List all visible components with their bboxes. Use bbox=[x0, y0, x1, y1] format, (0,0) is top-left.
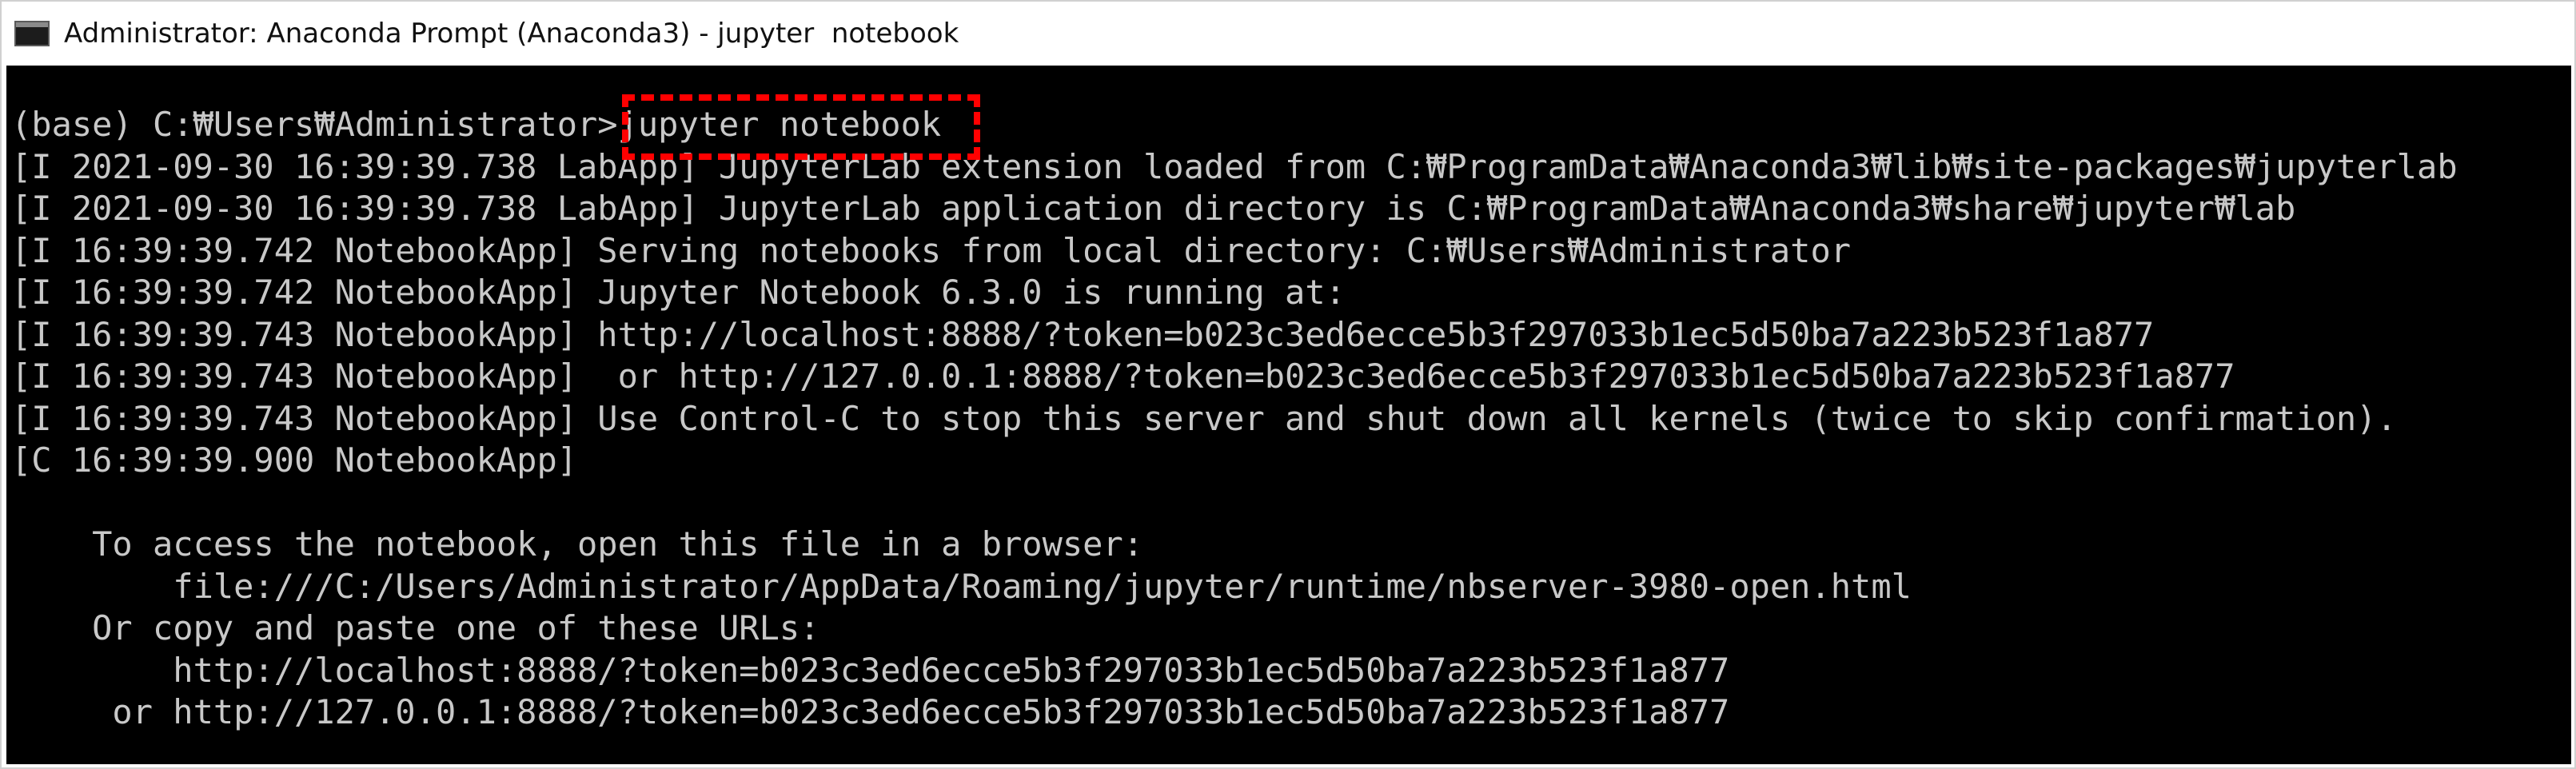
console-window: Administrator: Anaconda Prompt (Anaconda… bbox=[0, 0, 2576, 769]
console-line: [I 2021-09-30 16:39:39.738 LabApp] Jupyt… bbox=[11, 189, 2296, 228]
console-line: (base) C:₩Users₩Administrator>jupyter no… bbox=[11, 105, 942, 144]
console-line: [I 16:39:39.743 NotebookApp] or http://1… bbox=[11, 357, 2235, 396]
console-line: file:///C:/Users/Administrator/AppData/R… bbox=[11, 566, 1912, 606]
console-line: Or copy and paste one of these URLs: bbox=[11, 608, 820, 647]
title-bar[interactable]: Administrator: Anaconda Prompt (Anaconda… bbox=[2, 2, 2574, 66]
console-line: [I 2021-09-30 16:39:39.738 LabApp] Jupyt… bbox=[11, 146, 2458, 186]
console-line: [I 16:39:39.742 NotebookApp] Jupyter Not… bbox=[11, 273, 1346, 312]
console-line: or http://127.0.0.1:8888/?token=b023c3ed… bbox=[11, 692, 1730, 731]
console-line: [C 16:39:39.900 NotebookApp] bbox=[11, 440, 578, 480]
console-line: To access the notebook, open this file i… bbox=[11, 524, 1144, 564]
console-line: http://localhost:8888/?token=b023c3ed6ec… bbox=[11, 650, 1730, 690]
console-line: [I 16:39:39.743 NotebookApp] http://loca… bbox=[11, 314, 2155, 354]
console-window-icon[interactable] bbox=[14, 21, 50, 46]
console-line: [I 16:39:39.743 NotebookApp] Use Control… bbox=[11, 398, 2397, 438]
console-lines: (base) C:₩Users₩Administrator>jupyter no… bbox=[11, 104, 2458, 734]
console-output-area[interactable]: (base) C:₩Users₩Administrator>jupyter no… bbox=[6, 66, 2571, 764]
console-line: [I 16:39:39.742 NotebookApp] Serving not… bbox=[11, 230, 1852, 270]
window-title: Administrator: Anaconda Prompt (Anaconda… bbox=[64, 18, 959, 50]
